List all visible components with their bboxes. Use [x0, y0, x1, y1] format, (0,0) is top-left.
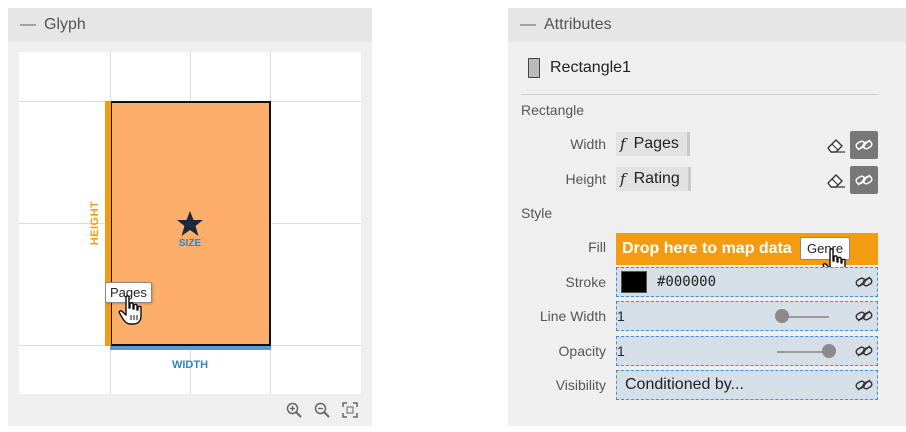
fill-label: Fill	[588, 239, 606, 255]
line-width-value[interactable]: 1	[617, 308, 625, 324]
rectangle-icon	[528, 58, 540, 78]
star-icon[interactable]	[176, 210, 204, 238]
opacity-label: Opacity	[558, 343, 606, 359]
glyph-panel-title: Glyph	[44, 16, 86, 33]
eraser-icon[interactable]	[826, 171, 846, 189]
glyph-panel: — Glyph HEIGHT WIDTH SIZE Pages	[8, 8, 372, 426]
width-label: Width	[570, 136, 606, 152]
opacity-slider-thumb[interactable]	[822, 344, 836, 358]
height-label: Height	[565, 171, 606, 187]
glyph-panel-header[interactable]: — Glyph	[8, 8, 372, 42]
function-icon: f	[620, 135, 626, 153]
attributes-panel-title: Attributes	[544, 16, 612, 33]
section-title-style: Style	[521, 205, 553, 221]
attributes-panel-header[interactable]: — Attributes	[508, 8, 906, 42]
width-mapping-value: Pages	[633, 135, 679, 152]
stroke-field[interactable]: #000000	[616, 267, 878, 297]
unlink-icon[interactable]	[855, 276, 873, 288]
collapse-icon[interactable]: —	[20, 16, 36, 34]
hand-cursor-icon	[118, 295, 142, 325]
size-label: SIZE	[178, 238, 202, 249]
unlink-icon	[855, 139, 873, 151]
element-name[interactable]: Rectangle1	[550, 59, 631, 77]
collapse-icon[interactable]: —	[520, 16, 536, 34]
fill-drop-text: Drop here to map data	[622, 240, 792, 257]
fit-view-icon[interactable]	[342, 402, 358, 418]
line-width-slider-thumb[interactable]	[775, 309, 790, 323]
line-width-label: Line Width	[539, 308, 606, 324]
unlink-icon[interactable]	[855, 379, 873, 391]
attributes-panel: — Attributes Rectangle1 Rectangle Width …	[508, 8, 906, 426]
width-mapping-chip[interactable]: f Pages	[616, 132, 690, 156]
glyph-canvas[interactable]: HEIGHT WIDTH SIZE Pages	[19, 52, 361, 394]
height-drop-zone[interactable]	[105, 101, 111, 346]
line-width-field[interactable]: 1	[616, 301, 878, 331]
stroke-label: Stroke	[565, 274, 606, 290]
stroke-color-swatch[interactable]	[621, 271, 647, 293]
width-drop-zone[interactable]	[110, 346, 271, 350]
opacity-field[interactable]: 1	[616, 336, 878, 366]
height-label: HEIGHT	[89, 200, 101, 246]
zoom-out-icon[interactable]	[314, 402, 330, 418]
section-title-rectangle: Rectangle	[521, 102, 585, 118]
zoom-toolbar	[286, 402, 358, 418]
unlink-icon	[855, 174, 873, 186]
unlink-button[interactable]	[850, 131, 878, 159]
visibility-field[interactable]: Conditioned by...	[616, 370, 878, 400]
unlink-icon[interactable]	[855, 310, 873, 322]
unlink-icon[interactable]	[855, 345, 873, 357]
stroke-value[interactable]: #000000	[657, 274, 716, 290]
height-mapping-chip[interactable]: f Rating	[616, 167, 691, 191]
unlink-button[interactable]	[850, 166, 878, 194]
eraser-icon[interactable]	[826, 136, 846, 154]
width-label: WIDTH	[171, 359, 209, 371]
visibility-value[interactable]: Conditioned by...	[625, 376, 744, 394]
height-mapping-value: Rating	[633, 170, 680, 187]
element-header: Rectangle1	[528, 58, 631, 78]
zoom-in-icon[interactable]	[286, 402, 302, 418]
visibility-label: Visibility	[555, 377, 606, 393]
divider	[521, 94, 878, 95]
opacity-value[interactable]: 1	[617, 343, 625, 359]
function-icon: f	[620, 170, 626, 188]
